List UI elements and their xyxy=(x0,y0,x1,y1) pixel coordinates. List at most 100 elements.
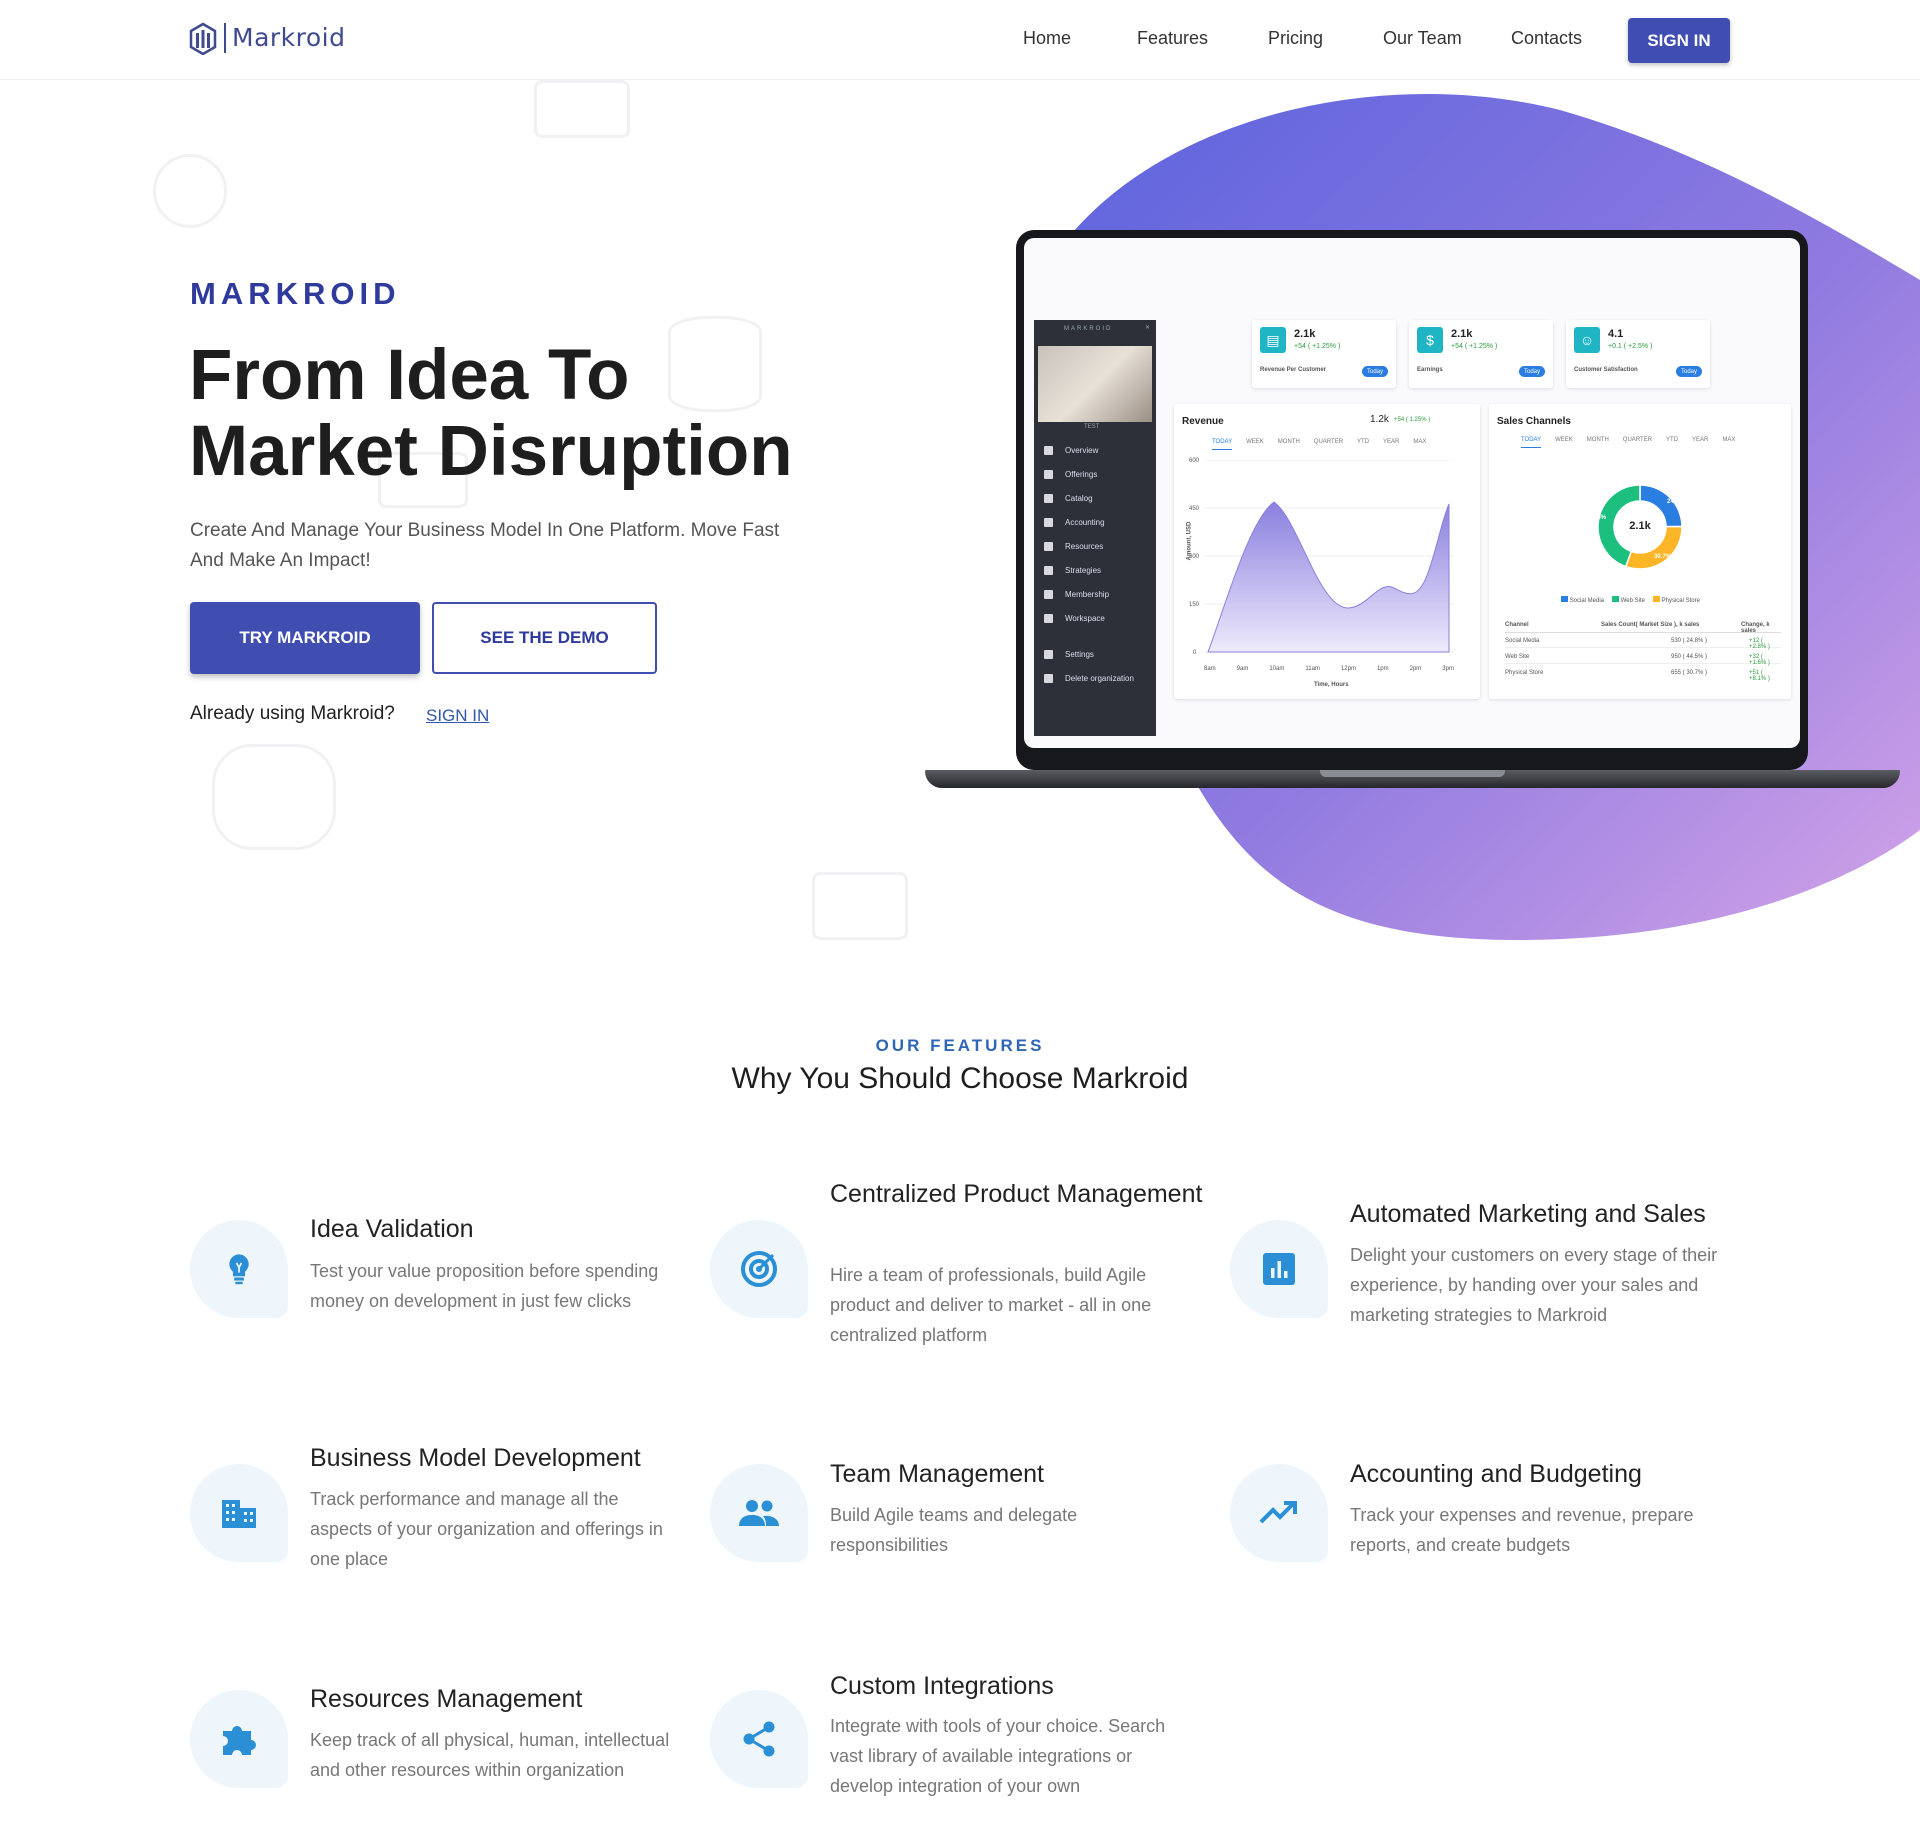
sidebar-item-strategies[interactable]: Strategies xyxy=(1044,566,1101,575)
kpi-change: +0.1 ( +2.5% ) xyxy=(1608,343,1653,350)
feature-title-resources: Resources Management xyxy=(310,1685,583,1713)
sidebar-close-icon[interactable]: ✕ xyxy=(1145,324,1150,331)
logo[interactable]: Markroid xyxy=(188,18,346,58)
table-row: Physical Store 655 ( 30.7% ) +51 ( +8.1% ) xyxy=(1505,670,1770,682)
kpi-label: Customer Satisfaction xyxy=(1574,367,1638,373)
dashboard-screen: MARKROID ✕ TEST Overview Offerings Catal… xyxy=(1024,238,1800,748)
sidebar-item-settings[interactable]: Settings xyxy=(1044,650,1094,659)
feature-title-team-management: Team Management xyxy=(830,1460,1045,1488)
lightbulb-icon xyxy=(229,1254,249,1285)
nav-link-pricing[interactable]: Pricing xyxy=(1268,28,1323,49)
sidebar-item-workspace[interactable]: Workspace xyxy=(1044,614,1105,623)
tab-year[interactable]: YEAR xyxy=(1383,439,1399,450)
x-tick: 11am xyxy=(1305,666,1320,672)
sales-period-tabs[interactable]: TODAY WEEK MONTH QUARTER YTD YEAR MAX xyxy=(1521,437,1735,448)
server-ghost-icon xyxy=(534,80,630,138)
y-tick: 150 xyxy=(1189,602,1200,608)
logo-text: Markroid xyxy=(224,23,346,53)
cloud-ghost-icon xyxy=(212,744,336,850)
hero-brand: MARKROID xyxy=(190,276,401,311)
feature-desc: Build Agile teams and delegate responsib… xyxy=(830,1505,1078,1555)
feature-icon-wrap xyxy=(190,1464,288,1562)
nav-link-contacts[interactable]: Contacts xyxy=(1511,28,1582,49)
see-demo-button[interactable]: SEE THE DEMO xyxy=(432,602,657,674)
puzzle-icon xyxy=(223,1725,256,1755)
kpi-value: 2.1k xyxy=(1451,328,1473,340)
target-icon xyxy=(741,1251,777,1287)
tab-today[interactable]: TODAY xyxy=(1521,437,1542,448)
sales-legend: Social Media Web Site Physical Store xyxy=(1561,596,1700,604)
feature-icon-wrap xyxy=(190,1220,288,1318)
hero-signin-link[interactable]: SIGN IN xyxy=(426,706,489,726)
donut-label-social: 24.8% xyxy=(1667,499,1685,505)
tab-ytd[interactable]: YTD xyxy=(1357,439,1369,450)
x-tick: 2pm xyxy=(1409,666,1422,672)
tab-max[interactable]: MAX xyxy=(1413,439,1426,450)
nav-link-features[interactable]: Features xyxy=(1137,28,1208,49)
tab-week[interactable]: WEEK xyxy=(1555,437,1573,448)
nav-signin-button[interactable]: SIGN IN xyxy=(1628,18,1730,63)
sidebar-item-catalog[interactable]: Catalog xyxy=(1044,494,1093,503)
kpi-period-pill[interactable]: Today xyxy=(1362,366,1388,377)
server-ghost-icon-2 xyxy=(812,872,908,940)
sidebar-item-delete-org[interactable]: Delete organization xyxy=(1044,674,1134,683)
kpi-change: +54 ( +1.25% ) xyxy=(1451,343,1498,350)
sales-title: Sales Channels xyxy=(1497,416,1571,427)
feature-desc: Test your value proposition before spend… xyxy=(310,1261,659,1311)
kpi-card-revenue-per-customer: ▤ 2.1k +54 ( +1.25% ) Revenue Per Custom… xyxy=(1252,320,1396,388)
x-tick: 9am xyxy=(1236,666,1249,672)
revenue-period-tabs[interactable]: TODAY WEEK MONTH QUARTER YTD YEAR MAX xyxy=(1212,439,1426,450)
sidebar-item-membership[interactable]: Membership xyxy=(1044,590,1109,599)
feature-icon-wrap xyxy=(190,1690,288,1788)
kpi-period-pill[interactable]: Today xyxy=(1676,366,1702,377)
card-icon xyxy=(1044,518,1053,527)
tab-quarter[interactable]: QUARTER xyxy=(1623,437,1652,448)
sidebar-item-offerings[interactable]: Offerings xyxy=(1044,470,1097,479)
sidebar-item-resources[interactable]: Resources xyxy=(1044,542,1103,551)
revenue-value: 1.2k xyxy=(1370,414,1389,425)
id-card-icon xyxy=(1044,590,1053,599)
hero-title-line1: From Idea To xyxy=(189,336,630,415)
tab-quarter[interactable]: QUARTER xyxy=(1314,439,1343,450)
feature-desc: Track your expenses and revenue, prepare… xyxy=(1350,1505,1694,1555)
tab-today[interactable]: TODAY xyxy=(1212,439,1233,450)
logo-mark-icon xyxy=(189,22,217,55)
revenue-x-label: Time, Hours xyxy=(1314,682,1349,688)
feature-title-business-model: Business Model Development xyxy=(310,1444,641,1472)
revenue-panel: Revenue 1.2k +54 ( 1.25% ) TODAY WEEK MO… xyxy=(1174,404,1480,699)
try-markroid-button[interactable]: TRY MARKROID xyxy=(190,602,420,674)
nav-link-our-team[interactable]: Our Team xyxy=(1383,28,1462,49)
x-tick: 1pm xyxy=(1376,666,1389,672)
gear-icon xyxy=(1044,650,1053,659)
tab-ytd[interactable]: YTD xyxy=(1666,437,1678,448)
feature-desc: Track performance and manage all the asp… xyxy=(310,1489,663,1569)
tab-year[interactable]: YEAR xyxy=(1692,437,1708,448)
at-sign-ghost-icon xyxy=(153,154,227,228)
feature-icon-wrap xyxy=(710,1220,808,1318)
sidebar-brand: MARKROID xyxy=(1064,326,1113,332)
legend-web-site: Web Site xyxy=(1612,596,1645,604)
dashboard-sidebar: MARKROID ✕ TEST Overview Offerings Catal… xyxy=(1034,320,1156,736)
tab-max[interactable]: MAX xyxy=(1722,437,1735,448)
kpi-period-pill[interactable]: Today xyxy=(1519,366,1545,377)
table-row: Social Media 530 ( 24.8% ) +12 ( +2.8% ) xyxy=(1505,638,1781,650)
x-tick: 8am xyxy=(1204,666,1216,672)
donut-label-web: 44.5% xyxy=(1589,515,1607,521)
tab-week[interactable]: WEEK xyxy=(1246,439,1264,450)
folder-icon xyxy=(1044,614,1053,623)
kpi-label: Revenue Per Customer xyxy=(1260,367,1327,373)
tab-month[interactable]: MONTH xyxy=(1278,439,1300,450)
feature-icon-wrap xyxy=(1230,1464,1328,1562)
sales-table-header: Channel Sales Count( Market Size ), k sa… xyxy=(1505,622,1781,634)
donut-center-value: 2.1k xyxy=(1629,520,1651,532)
nav-link-home[interactable]: Home xyxy=(1023,28,1071,49)
tab-month[interactable]: MONTH xyxy=(1587,437,1609,448)
trending-up-icon xyxy=(1259,1501,1297,1524)
legend-social-media: Social Media xyxy=(1561,596,1604,604)
revenue-x-ticks: 8am 9am 10am 11am 12pm 1pm 2pm 3pm xyxy=(1204,666,1454,672)
y-tick: 300 xyxy=(1189,554,1200,560)
sidebar-item-overview[interactable]: Overview xyxy=(1044,446,1098,455)
sidebar-item-accounting[interactable]: Accounting xyxy=(1044,518,1105,527)
feature-title-integrations: Custom Integrations xyxy=(830,1672,1054,1700)
donut-slice-physical-store xyxy=(1624,525,1683,570)
